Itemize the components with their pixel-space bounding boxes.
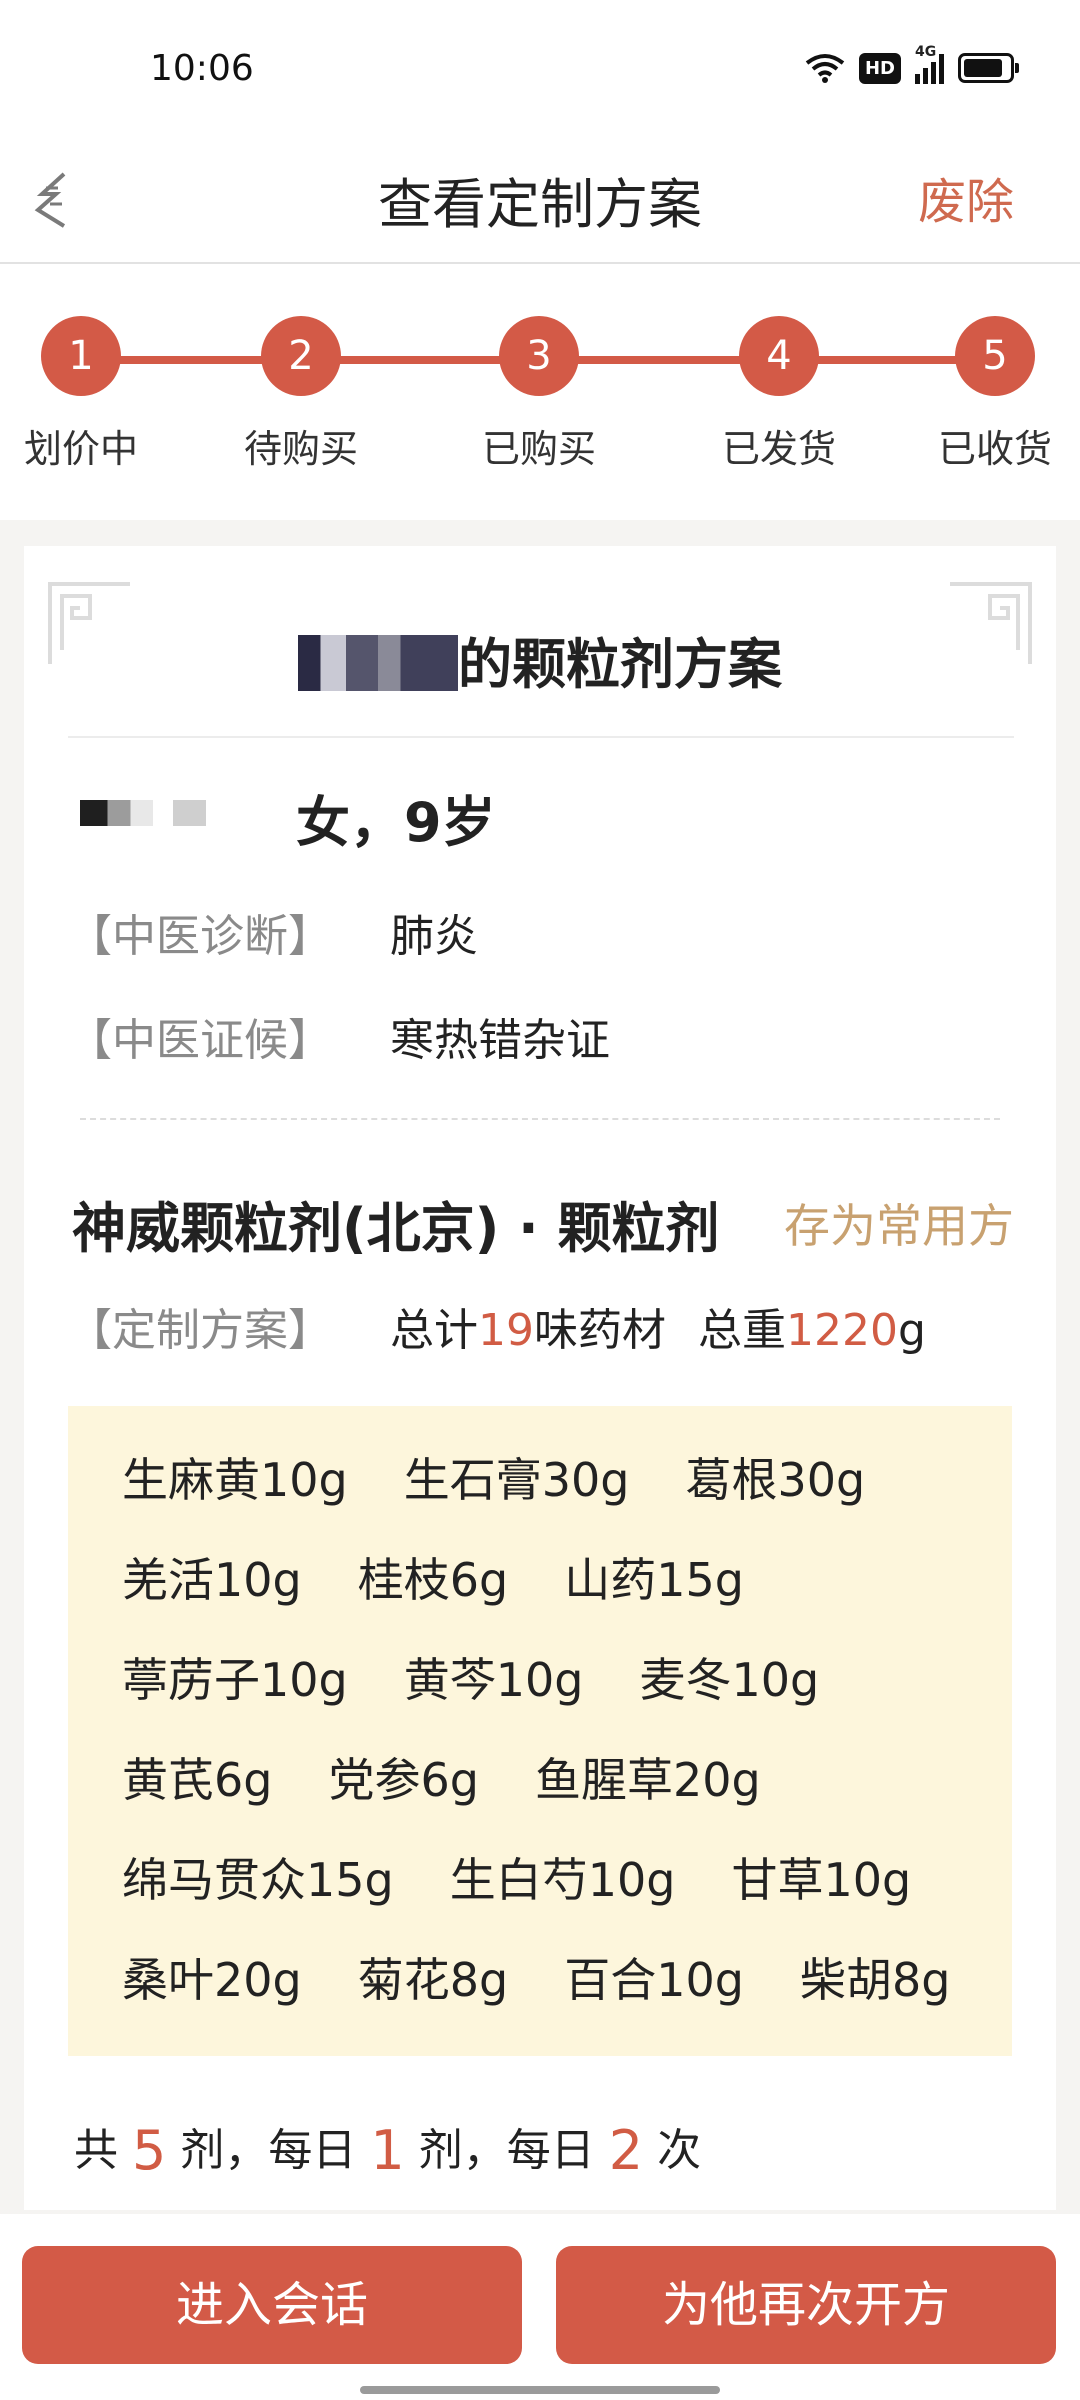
syndrome-label: 【中医证候】 [68,1015,332,1066]
dosage-text: 共 [74,2125,118,2176]
dosage-text: 剂，每日 [180,2125,357,2176]
dose-count: 5 [132,2119,167,2182]
total-prefix: 总计 [390,1305,478,1356]
total-weight: 1220 [786,1305,898,1356]
prescription-card: 的颗粒剂方案 女，9岁 【中医诊断】 肺炎 【中医证候】 寒热错杂证 神威颗粒剂… [24,546,1056,2210]
signal-icon: 4G [915,44,944,84]
card-title-text: 的颗粒剂方案 [458,633,782,696]
weight-unit: g [897,1305,926,1356]
times-per-day: 2 [608,2119,644,2182]
step-label: 待购买 [243,427,358,471]
herb-item: 葶苈子10g [122,1653,348,1707]
nav-bar: 查看定制方案 废除 [0,140,1080,264]
syndrome-row: 【中医证候】 寒热错杂证 [68,1004,610,1068]
step-3: 3 已购买 [454,316,624,473]
step-label: 已发货 [721,427,836,471]
status-icons: HD 4G [805,44,1019,84]
save-as-common-button[interactable]: 存为常用方 [784,1190,1014,1256]
herb-row: 黄芪6g 党参6g 鱼腥草20g [122,1744,817,1807]
herb-item: 黄芪6g [122,1753,273,1807]
herb-item: 党参6g [328,1753,479,1807]
home-indicator[interactable] [360,2386,720,2394]
progress-steps: 1 划价中 2 待购买 3 已购买 4 已发货 5 已收货 [0,264,1080,520]
herb-item: 葛根30g [685,1453,866,1507]
step-4: 4 已发货 [694,316,864,473]
patient-info: 女，9岁 [296,791,496,854]
dosage-text: 次 [657,2125,702,2176]
recipe-name: 神威颗粒剂(北京) · 颗粒剂 [72,1197,720,1260]
herb-row: 羌活10g 桂枝6g 山药15g [122,1544,800,1607]
represcribe-button[interactable]: 为他再次开方 [556,2246,1056,2364]
plan-totals: 总计19味药材 总重1220g [390,1294,926,1358]
plan-summary: 【定制方案】 总计19味药材 总重1220g [68,1294,926,1358]
bottom-action-bar: 进入会话 为他再次开方 [0,2214,1080,2400]
herb-item: 百合10g [564,1953,744,2007]
herb-item: 生白芍10g [449,1853,676,1907]
step-number: 2 [261,316,341,396]
step-number: 3 [499,316,579,396]
total-count-suffix: 味药材 [534,1305,666,1356]
dosage-instructions: 共 5 剂，每日 1 剂，每日 2 次 [74,2114,701,2182]
herb-item: 山药15g [564,1553,744,1607]
step-2: 2 待购买 [216,316,386,473]
enter-chat-button[interactable]: 进入会话 [22,2246,522,2364]
hd-icon: HD [858,52,901,84]
wifi-icon [805,54,845,83]
herb-item: 生石膏30g [403,1453,630,1507]
step-number: 4 [739,316,819,396]
herb-item: 黄芩10g [403,1653,584,1707]
diagnosis-value: 肺炎 [390,911,478,962]
battery-icon [958,53,1019,83]
diagnosis-row: 【中医诊断】 肺炎 [68,900,478,964]
herb-item: 桂枝6g [357,1553,509,1607]
herb-row: 生麻黄10g 生石膏30g 葛根30g [122,1444,921,1507]
redacted-name [298,635,458,691]
herb-item: 生麻黄10g [122,1453,348,1507]
herb-item: 羌活10g [122,1553,302,1607]
abolish-button[interactable]: 废除 [918,162,1014,232]
herb-item: 麦冬10g [639,1653,820,1707]
diagnosis-label: 【中医诊断】 [68,911,332,962]
herb-item: 鱼腥草20g [534,1753,761,1807]
step-number: 5 [955,316,1035,396]
syndrome-value: 寒热错杂证 [390,1015,610,1066]
herb-row: 桑叶20g 菊花8g 百合10g 柴胡8g [122,1944,1006,2007]
divider [68,736,1014,738]
redacted-patient-name [80,800,206,826]
doses-per-day: 1 [370,2119,405,2182]
weight-prefix: 总重 [698,1305,786,1356]
herb-item: 柴胡8g [799,1953,951,2007]
step-label: 已收货 [937,427,1052,471]
card-title: 的颗粒剂方案 [24,620,1056,699]
total-count: 19 [478,1305,534,1356]
herb-item: 桑叶20g [122,1953,302,2007]
herb-row: 葶苈子10g 黄芩10g 麦冬10g [122,1644,875,1707]
status-bar: 10:06 HD 4G [0,0,1080,140]
herb-item: 菊花8g [357,1953,509,2007]
herb-row: 绵马贯众15g 生白芍10g 甘草10g [122,1844,967,1907]
step-label: 划价中 [23,427,138,471]
plan-label: 【定制方案】 [68,1305,332,1356]
dosage-text: 剂，每日 [418,2125,595,2176]
herb-item: 甘草10g [731,1853,912,1907]
status-time: 10:06 [150,48,254,89]
herb-list: 生麻黄10g 生石膏30g 葛根30g 羌活10g 桂枝6g 山药15g 葶苈子10g 黄… [68,1406,1012,2056]
herb-item: 绵马贯众15g [122,1853,394,1907]
dashed-divider [80,1118,1000,1120]
network-type-label: 4G [915,44,937,60]
step-label: 已购买 [481,427,596,471]
step-number: 1 [41,316,121,396]
step-5: 5 已收货 [910,316,1080,473]
step-1: 1 划价中 [0,316,166,473]
